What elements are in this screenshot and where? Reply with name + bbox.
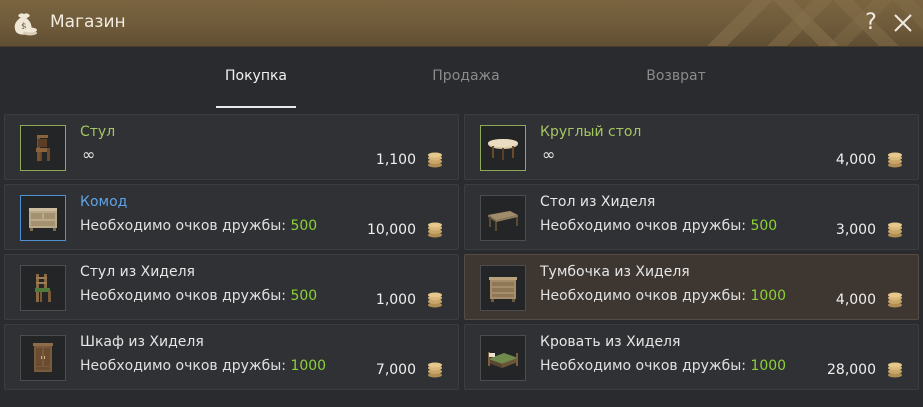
friendship-requirement: Необходимо очков дружбы: 500 xyxy=(540,218,777,234)
silver-coin-icon xyxy=(888,292,902,308)
item-thumbnail xyxy=(480,195,526,241)
nightstand-icon xyxy=(489,277,517,302)
shop-item-hidel-chair[interactable]: Стул из Хиделя Необходимо очков дружбы: … xyxy=(4,254,459,320)
item-name: Стул из Хиделя xyxy=(80,264,195,280)
chair-icon xyxy=(36,135,50,161)
requirement-value: 500 xyxy=(290,218,318,234)
item-price: 1,000 xyxy=(375,292,416,308)
item-row: Комод Необходимо очков дружбы: 500 10,00… xyxy=(4,184,919,250)
item-name: Кровать из Хиделя xyxy=(540,334,681,350)
item-price: 4,000 xyxy=(835,152,876,168)
tab-sell[interactable]: Продажа xyxy=(426,68,506,88)
item-thumbnail xyxy=(480,125,526,171)
item-row: Шкаф из Хиделя Необходимо очков дружбы: … xyxy=(4,324,919,390)
bed-icon xyxy=(488,352,518,368)
shop-item-dresser[interactable]: Комод Необходимо очков дружбы: 500 10,00… xyxy=(4,184,459,250)
friendship-requirement: Необходимо очков дружбы: 500 xyxy=(80,288,317,304)
item-price: 28,000 xyxy=(827,362,876,378)
item-name: Шкаф из Хиделя xyxy=(80,334,204,350)
requirement-label: Необходимо очков дружбы: xyxy=(540,218,746,234)
item-price: 3,000 xyxy=(835,222,876,238)
requirement-value: 500 xyxy=(750,218,778,234)
item-thumbnail xyxy=(20,195,66,241)
item-price: 1,100 xyxy=(375,152,416,168)
silver-coin-icon xyxy=(428,292,442,308)
silver-coin-icon xyxy=(428,362,442,378)
infinite-stock: ∞ xyxy=(82,145,96,164)
tab-return[interactable]: Возврат xyxy=(636,68,716,88)
shop-item-hidel-wardrobe[interactable]: Шкаф из Хиделя Необходимо очков дружбы: … xyxy=(4,324,459,390)
silver-coin-icon xyxy=(428,222,442,238)
chair-icon xyxy=(35,274,51,302)
item-thumbnail xyxy=(20,265,66,311)
item-name: Стул xyxy=(80,124,116,140)
requirement-value: 1000 xyxy=(750,288,787,304)
friendship-requirement: Необходимо очков дружбы: 500 xyxy=(80,218,317,234)
item-row: Стул ∞ 1,100 Круглый стол ∞ 4,000 xyxy=(4,114,919,180)
item-name: Круглый стол xyxy=(540,124,642,140)
requirement-label: Необходимо очков дружбы: xyxy=(80,288,286,304)
item-price: 4,000 xyxy=(835,292,876,308)
item-row: Стул из Хиделя Необходимо очков дружбы: … xyxy=(4,254,919,320)
table-icon xyxy=(488,211,518,231)
requirement-value: 500 xyxy=(290,288,318,304)
active-tab-indicator xyxy=(216,106,296,108)
item-thumbnail xyxy=(480,335,526,381)
tab-buy[interactable]: Покупка xyxy=(216,68,296,88)
friendship-requirement: Необходимо очков дружбы: 1000 xyxy=(80,358,326,374)
item-thumbnail xyxy=(20,335,66,381)
requirement-label: Необходимо очков дружбы: xyxy=(540,288,746,304)
title-bar-decoration xyxy=(707,0,923,46)
help-icon[interactable]: ? xyxy=(860,9,882,37)
silver-coin-icon xyxy=(888,362,902,378)
round-table-icon xyxy=(488,139,518,160)
wardrobe-icon xyxy=(33,343,53,372)
requirement-label: Необходимо очков дружбы: xyxy=(80,358,286,374)
item-thumbnail xyxy=(20,125,66,171)
requirement-label: Необходимо очков дружбы: xyxy=(80,218,286,234)
friendship-requirement: Необходимо очков дружбы: 1000 xyxy=(540,288,786,304)
item-name: Комод xyxy=(80,194,128,210)
shop-item-chair[interactable]: Стул ∞ 1,100 xyxy=(4,114,459,180)
shop-item-hidel-nightstand[interactable]: Тумбочка из Хиделя Необходимо очков друж… xyxy=(464,254,919,320)
shop-window: $ Магазин ? Покупка Продажа Возврат Стул… xyxy=(0,0,923,407)
infinite-stock: ∞ xyxy=(542,145,556,164)
requirement-label: Необходимо очков дружбы: xyxy=(540,358,746,374)
money-bag-icon: $ xyxy=(14,13,37,36)
item-name: Стол из Хиделя xyxy=(540,194,656,210)
requirement-value: 1000 xyxy=(750,358,787,374)
item-list: Стул ∞ 1,100 Круглый стол ∞ 4,000 Комод … xyxy=(4,114,919,404)
item-name: Тумбочка из Хиделя xyxy=(540,264,690,280)
shop-item-hidel-bed[interactable]: Кровать из Хиделя Необходимо очков дружб… xyxy=(464,324,919,390)
requirement-value: 1000 xyxy=(290,358,327,374)
item-price: 10,000 xyxy=(367,222,416,238)
shop-item-hidel-table[interactable]: Стол из Хиделя Необходимо очков дружбы: … xyxy=(464,184,919,250)
window-title: Магазин xyxy=(50,12,126,32)
dresser-icon xyxy=(29,208,57,231)
title-bar[interactable]: $ Магазин ? xyxy=(0,0,923,47)
silver-coin-icon xyxy=(428,152,442,168)
shop-item-round-table[interactable]: Круглый стол ∞ 4,000 xyxy=(464,114,919,180)
item-thumbnail xyxy=(480,265,526,311)
silver-coin-icon xyxy=(888,222,902,238)
silver-coin-icon xyxy=(888,152,902,168)
item-price: 7,000 xyxy=(375,362,416,378)
friendship-requirement: Необходимо очков дружбы: 1000 xyxy=(540,358,786,374)
close-icon[interactable] xyxy=(892,12,914,34)
tab-bar: Покупка Продажа Возврат xyxy=(0,47,923,109)
